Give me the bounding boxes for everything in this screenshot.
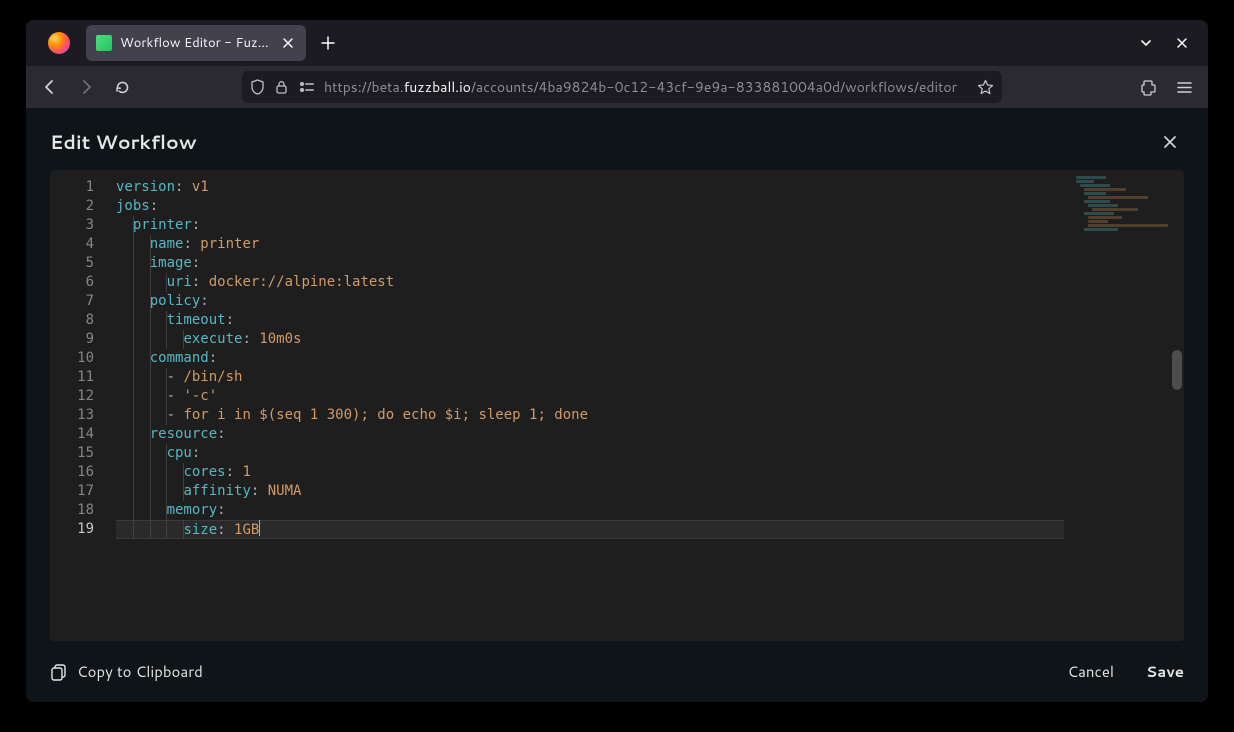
cancel-button[interactable]: Cancel	[1067, 661, 1114, 682]
permissions-icon[interactable]	[298, 80, 316, 94]
code-line: execute: 10m0s	[116, 330, 1184, 349]
extensions-button[interactable]	[1132, 71, 1164, 103]
firefox-app-icon[interactable]	[32, 20, 86, 66]
code-line: printer:	[116, 216, 1184, 235]
new-tab-button[interactable]	[312, 27, 344, 59]
code-line: size: 1GB	[116, 520, 1184, 539]
code-line: - '-c'	[116, 387, 1184, 406]
code-line: image:	[116, 254, 1184, 273]
scrollbar-thumb[interactable]	[1172, 350, 1182, 390]
copy-label: Copy to Clipboard	[77, 661, 203, 682]
code-line: version: v1	[116, 178, 1184, 197]
code-line: resource:	[116, 425, 1184, 444]
url-bar[interactable]: https://beta.fuzzball.io/accounts/4ba982…	[242, 71, 1002, 103]
tab-strip: Workflow Editor - Fuzzba	[26, 20, 1208, 66]
code-line: cores: 1	[116, 463, 1184, 482]
page-title: Edit Workflow	[50, 129, 197, 156]
scrollbar-track[interactable]	[1170, 170, 1184, 641]
code-editor[interactable]: 12345678910111213141516171819 version: v…	[50, 170, 1184, 641]
code-line: uri: docker://alpine:latest	[116, 273, 1184, 292]
list-all-tabs-button[interactable]	[1132, 29, 1160, 57]
bookmark-icon[interactable]	[977, 79, 994, 96]
code-line: memory:	[116, 501, 1184, 520]
code-line: - for i in $(seq 1 300); do echo $i; sle…	[116, 406, 1184, 425]
forward-button[interactable]	[70, 71, 102, 103]
close-window-button[interactable]	[1168, 29, 1196, 57]
code-line: cpu:	[116, 444, 1184, 463]
page-content: Edit Workflow 12345678910111213141516171…	[26, 108, 1208, 702]
minimap[interactable]	[1076, 176, 1166, 236]
back-button[interactable]	[34, 71, 66, 103]
code-line: name: printer	[116, 235, 1184, 254]
code-line: timeout:	[116, 311, 1184, 330]
save-button[interactable]: Save	[1146, 661, 1184, 682]
line-number-gutter: 12345678910111213141516171819	[50, 170, 108, 641]
app-menu-button[interactable]	[1168, 71, 1200, 103]
firefox-logo-icon	[48, 32, 70, 54]
code-line: - /bin/sh	[116, 368, 1184, 387]
url-text: https://beta.fuzzball.io/accounts/4ba982…	[324, 77, 969, 97]
code-line: affinity: NUMA	[116, 482, 1184, 501]
browser-tab[interactable]: Workflow Editor - Fuzzba	[86, 25, 306, 61]
clipboard-icon	[50, 663, 67, 681]
code-line: command:	[116, 349, 1184, 368]
close-tab-button[interactable]	[280, 35, 296, 51]
reload-button[interactable]	[106, 71, 138, 103]
code-line: jobs:	[116, 197, 1184, 216]
lock-icon[interactable]	[275, 80, 288, 95]
copy-to-clipboard-button[interactable]: Copy to Clipboard	[50, 661, 203, 682]
code-area[interactable]: version: v1jobs: printer: name: printer …	[108, 170, 1184, 641]
shield-icon[interactable]	[250, 79, 265, 95]
tab-title: Workflow Editor - Fuzzba	[120, 34, 272, 52]
tab-favicon-icon	[96, 35, 112, 51]
text-cursor	[259, 520, 260, 536]
browser-window: Workflow Editor - Fuzzba	[26, 20, 1208, 702]
nav-toolbar: https://beta.fuzzball.io/accounts/4ba982…	[26, 66, 1208, 108]
close-dialog-button[interactable]	[1156, 128, 1184, 156]
code-line: policy:	[116, 292, 1184, 311]
